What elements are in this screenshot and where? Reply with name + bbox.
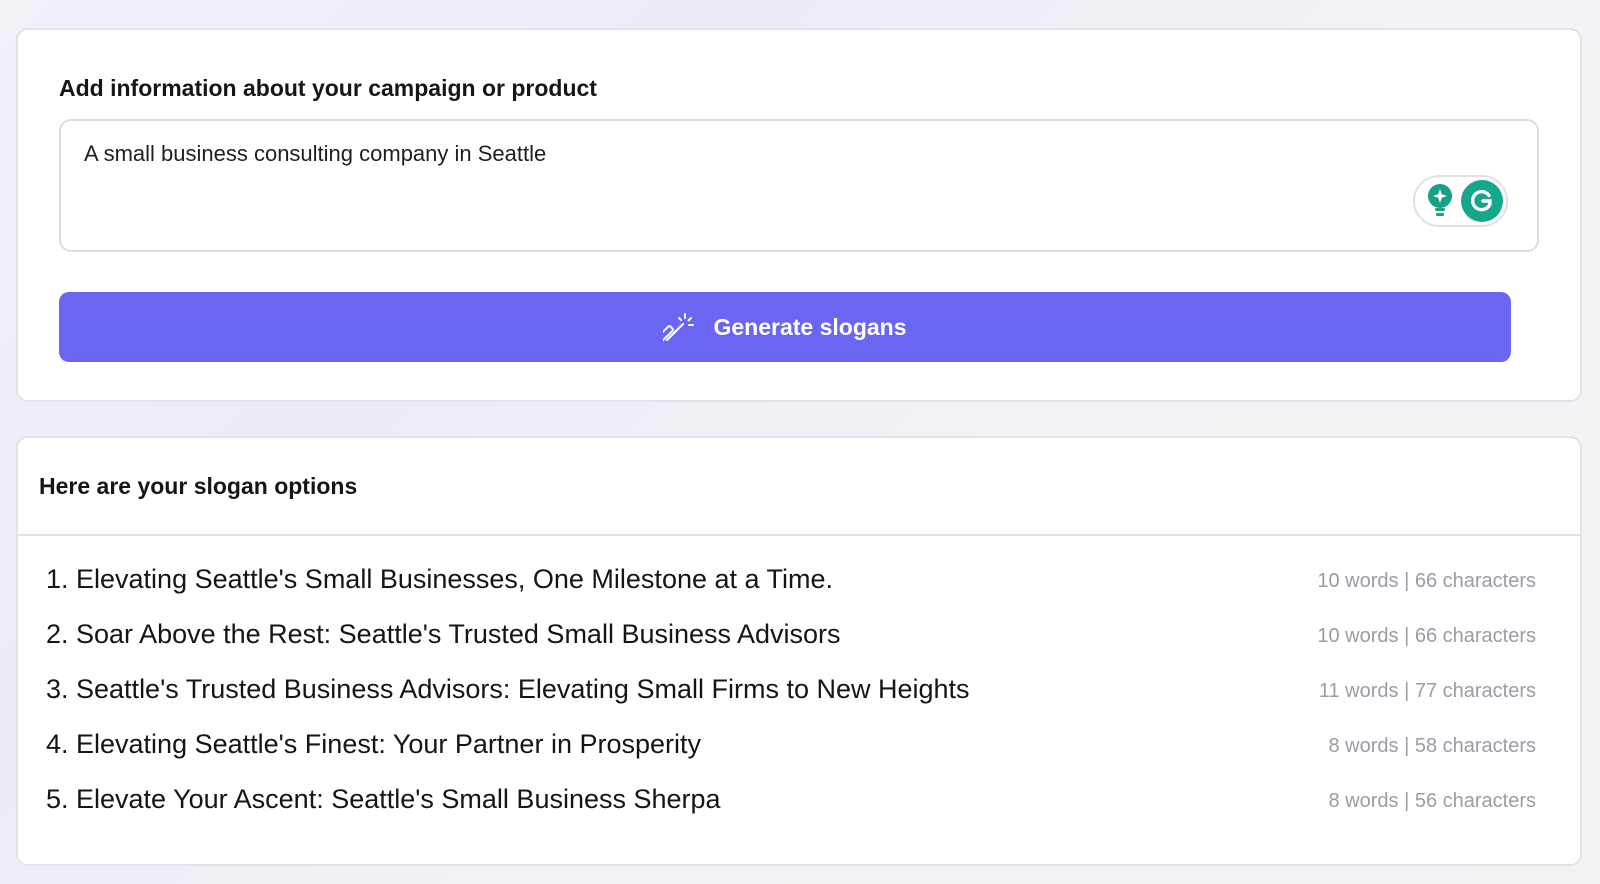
slogan-text[interactable]: 4. Elevating Seattle's Finest: Your Part…: [46, 729, 701, 760]
slogan-item[interactable]: 3. Seattle's Trusted Business Advisors: …: [18, 666, 1580, 721]
slogan-item[interactable]: 4. Elevating Seattle's Finest: Your Part…: [18, 721, 1580, 776]
slogan-text[interactable]: 3. Seattle's Trusted Business Advisors: …: [46, 674, 970, 705]
slogan-stats: 10 words | 66 characters: [1317, 570, 1536, 592]
slogan-item[interactable]: 5. Elevate Your Ascent: Seattle's Small …: [18, 776, 1580, 831]
slogan-stats: 11 words | 77 characters: [1318, 680, 1536, 702]
slogan-text[interactable]: 1. Elevating Seattle's Small Businesses,…: [46, 564, 833, 595]
generate-slogans-label: Generate slogans: [713, 313, 907, 340]
writing-assistant-widget[interactable]: [1413, 175, 1508, 227]
grammarly-g-icon[interactable]: [1461, 180, 1503, 222]
slogan-text[interactable]: 2. Soar Above the Rest: Seattle's Truste…: [46, 619, 841, 650]
slogan-item[interactable]: 1. Elevating Seattle's Small Businesses,…: [18, 556, 1580, 611]
slogan-text[interactable]: 5. Elevate Your Ascent: Seattle's Small …: [46, 784, 721, 815]
slogan-stats: 8 words | 56 characters: [1328, 790, 1536, 812]
campaign-textarea-value[interactable]: A small business consulting company in S…: [84, 141, 546, 167]
results-title: Here are your slogan options: [39, 473, 358, 499]
campaign-textarea[interactable]: A small business consulting company in S…: [59, 119, 1539, 252]
campaign-field-label: Add information about your campaign or p…: [59, 75, 597, 101]
slogan-item[interactable]: 2. Soar Above the Rest: Seattle's Truste…: [18, 611, 1580, 666]
campaign-input-card: Add information about your campaign or p…: [16, 28, 1582, 402]
magic-wand-icon: [663, 313, 695, 343]
slogan-stats: 10 words | 66 characters: [1317, 625, 1536, 647]
slogan-results-card: Here are your slogan options 1. Elevatin…: [16, 436, 1582, 866]
results-divider: [18, 534, 1580, 536]
slogan-list: 1. Elevating Seattle's Small Businesses,…: [18, 556, 1580, 831]
slogan-stats: 8 words | 58 characters: [1328, 735, 1536, 757]
lightbulb-sparkle-icon[interactable]: [1425, 183, 1455, 219]
generate-slogans-button[interactable]: Generate slogans: [59, 292, 1511, 362]
